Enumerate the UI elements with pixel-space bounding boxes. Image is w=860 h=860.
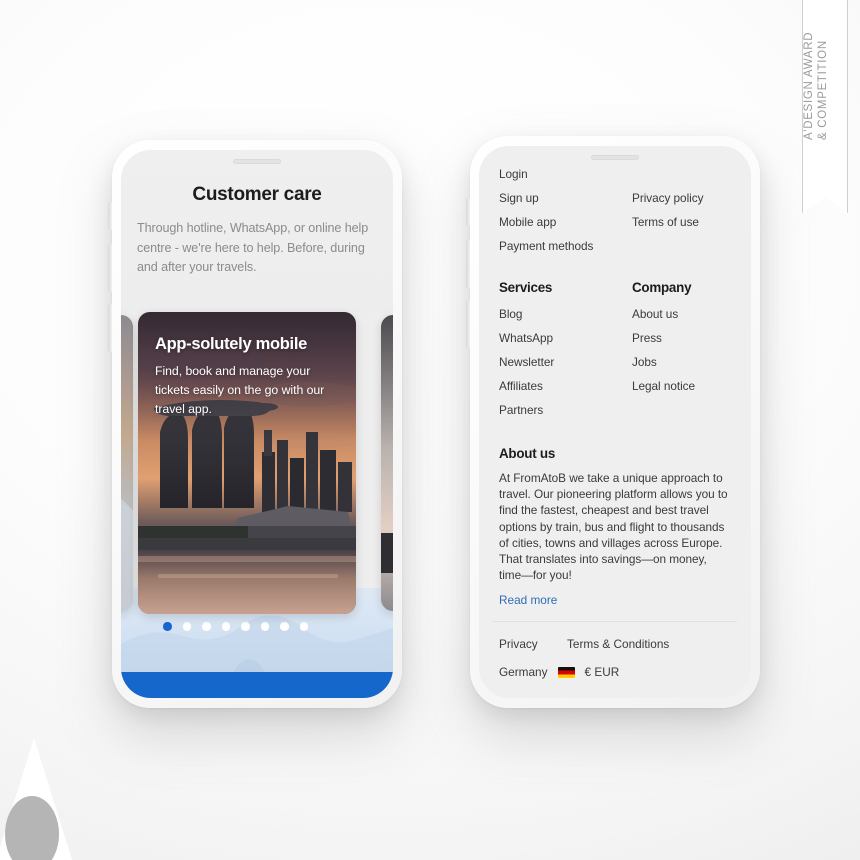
account-links-column-1: Login Sign up Mobile app Payment methods [499, 162, 632, 258]
award-ribbon-text: A'DESIGN AWARD & COMPETITION [740, 12, 860, 140]
company-column: Company About us Press Jobs Legal notice [632, 280, 731, 422]
screenshot-canvas: A'DESIGN AWARD & COMPETITION Customer ca… [0, 0, 860, 860]
country-selector[interactable]: Germany [499, 665, 548, 679]
promo-carousel[interactable]: App-solutely mobile Find, book and manag… [121, 312, 393, 630]
phone-left-mute-button[interactable] [109, 202, 112, 230]
carousel-card-previous[interactable] [121, 315, 133, 611]
page-subtitle: Through hotline, WhatsApp, or online hel… [137, 221, 369, 274]
award-ribbon: A'DESIGN AWARD & COMPETITION [802, 0, 848, 188]
legal-links-row: Privacy Terms & Conditions [499, 637, 731, 651]
services-column: Services Blog WhatsApp Newsletter Affili… [499, 280, 632, 422]
phone-right-volume-up-button[interactable] [467, 240, 470, 288]
about-us-body: At FromAtoB we take a unique approach to… [499, 471, 728, 583]
read-more-link[interactable]: Read more [499, 593, 731, 607]
page-title: Customer care [192, 184, 322, 205]
carousel-card-text: App-solutely mobile Find, book and manag… [155, 334, 342, 419]
locale-row: Germany € EUR [499, 665, 731, 679]
company-heading: Company [632, 280, 692, 295]
carousel-card-heading: App-solutely mobile [155, 335, 307, 353]
legal-footer: Privacy Terms & Conditions Germany € EUR [499, 637, 731, 679]
link-login[interactable]: Login [499, 162, 632, 186]
phone-left-screen: Customer care Through hotline, WhatsApp,… [121, 150, 393, 698]
bottom-action-bar[interactable] [121, 672, 393, 698]
about-us-section: About us At FromAtoB we take a unique ap… [499, 446, 731, 607]
phone-right-screen: Login Sign up Mobile app Payment methods… [479, 146, 751, 698]
currency-selector[interactable]: € EUR [585, 665, 620, 679]
phone-right-volume-down-button[interactable] [467, 300, 470, 348]
carousel-next-image [381, 315, 393, 611]
phone-left-volume-up-button[interactable] [109, 244, 112, 292]
link-whatsapp[interactable]: WhatsApp [499, 326, 632, 350]
link-blog[interactable]: Blog [499, 302, 632, 326]
carousel-card-next[interactable] [381, 315, 393, 611]
carousel-previous-image [121, 315, 133, 611]
customer-care-header: Customer care Through hotline, WhatsApp,… [121, 150, 393, 312]
phone-right: Login Sign up Mobile app Payment methods… [467, 136, 760, 708]
phone-left-speaker [233, 159, 281, 164]
footer-sections: Services Blog WhatsApp Newsletter Affili… [499, 280, 731, 422]
link-about-us[interactable]: About us [632, 302, 731, 326]
link-partners[interactable]: Partners [499, 398, 632, 422]
link-terms-of-use[interactable]: Terms of use [632, 210, 731, 234]
services-heading: Services [499, 280, 553, 295]
phone-left-volume-down-button[interactable] [109, 304, 112, 352]
award-ribbon-line1: A'DESIGN AWARD [803, 31, 815, 140]
phone-left: Customer care Through hotline, WhatsApp,… [109, 140, 402, 708]
link-sign-up[interactable]: Sign up [499, 186, 632, 210]
footer-divider [493, 621, 737, 623]
phone-right-mute-button[interactable] [467, 198, 470, 226]
germany-flag-icon [557, 666, 575, 678]
link-affiliates[interactable]: Affiliates [499, 374, 632, 398]
link-mobile-app[interactable]: Mobile app [499, 210, 632, 234]
award-ribbon-line2: & COMPETITION [817, 40, 829, 140]
link-privacy[interactable]: Privacy [499, 637, 567, 651]
link-legal-notice[interactable]: Legal notice [632, 374, 731, 398]
link-press[interactable]: Press [632, 326, 731, 350]
link-privacy-policy[interactable]: Privacy policy [632, 186, 731, 210]
phone-right-speaker [591, 155, 639, 160]
account-links-group: Login Sign up Mobile app Payment methods… [499, 162, 731, 258]
carousel-card-body: Find, book and manage your tickets easil… [155, 364, 325, 416]
account-links-column-2: Privacy policy Terms of use [632, 162, 731, 258]
link-terms-conditions[interactable]: Terms & Conditions [567, 637, 669, 651]
a-design-award-logo [0, 738, 73, 860]
footer-menu-page: Login Sign up Mobile app Payment methods… [479, 146, 751, 698]
about-us-heading: About us [499, 446, 556, 461]
carousel-card-active[interactable]: App-solutely mobile Find, book and manag… [138, 312, 356, 614]
link-newsletter[interactable]: Newsletter [499, 350, 632, 374]
link-jobs[interactable]: Jobs [632, 350, 731, 374]
link-payment-methods[interactable]: Payment methods [499, 234, 632, 258]
